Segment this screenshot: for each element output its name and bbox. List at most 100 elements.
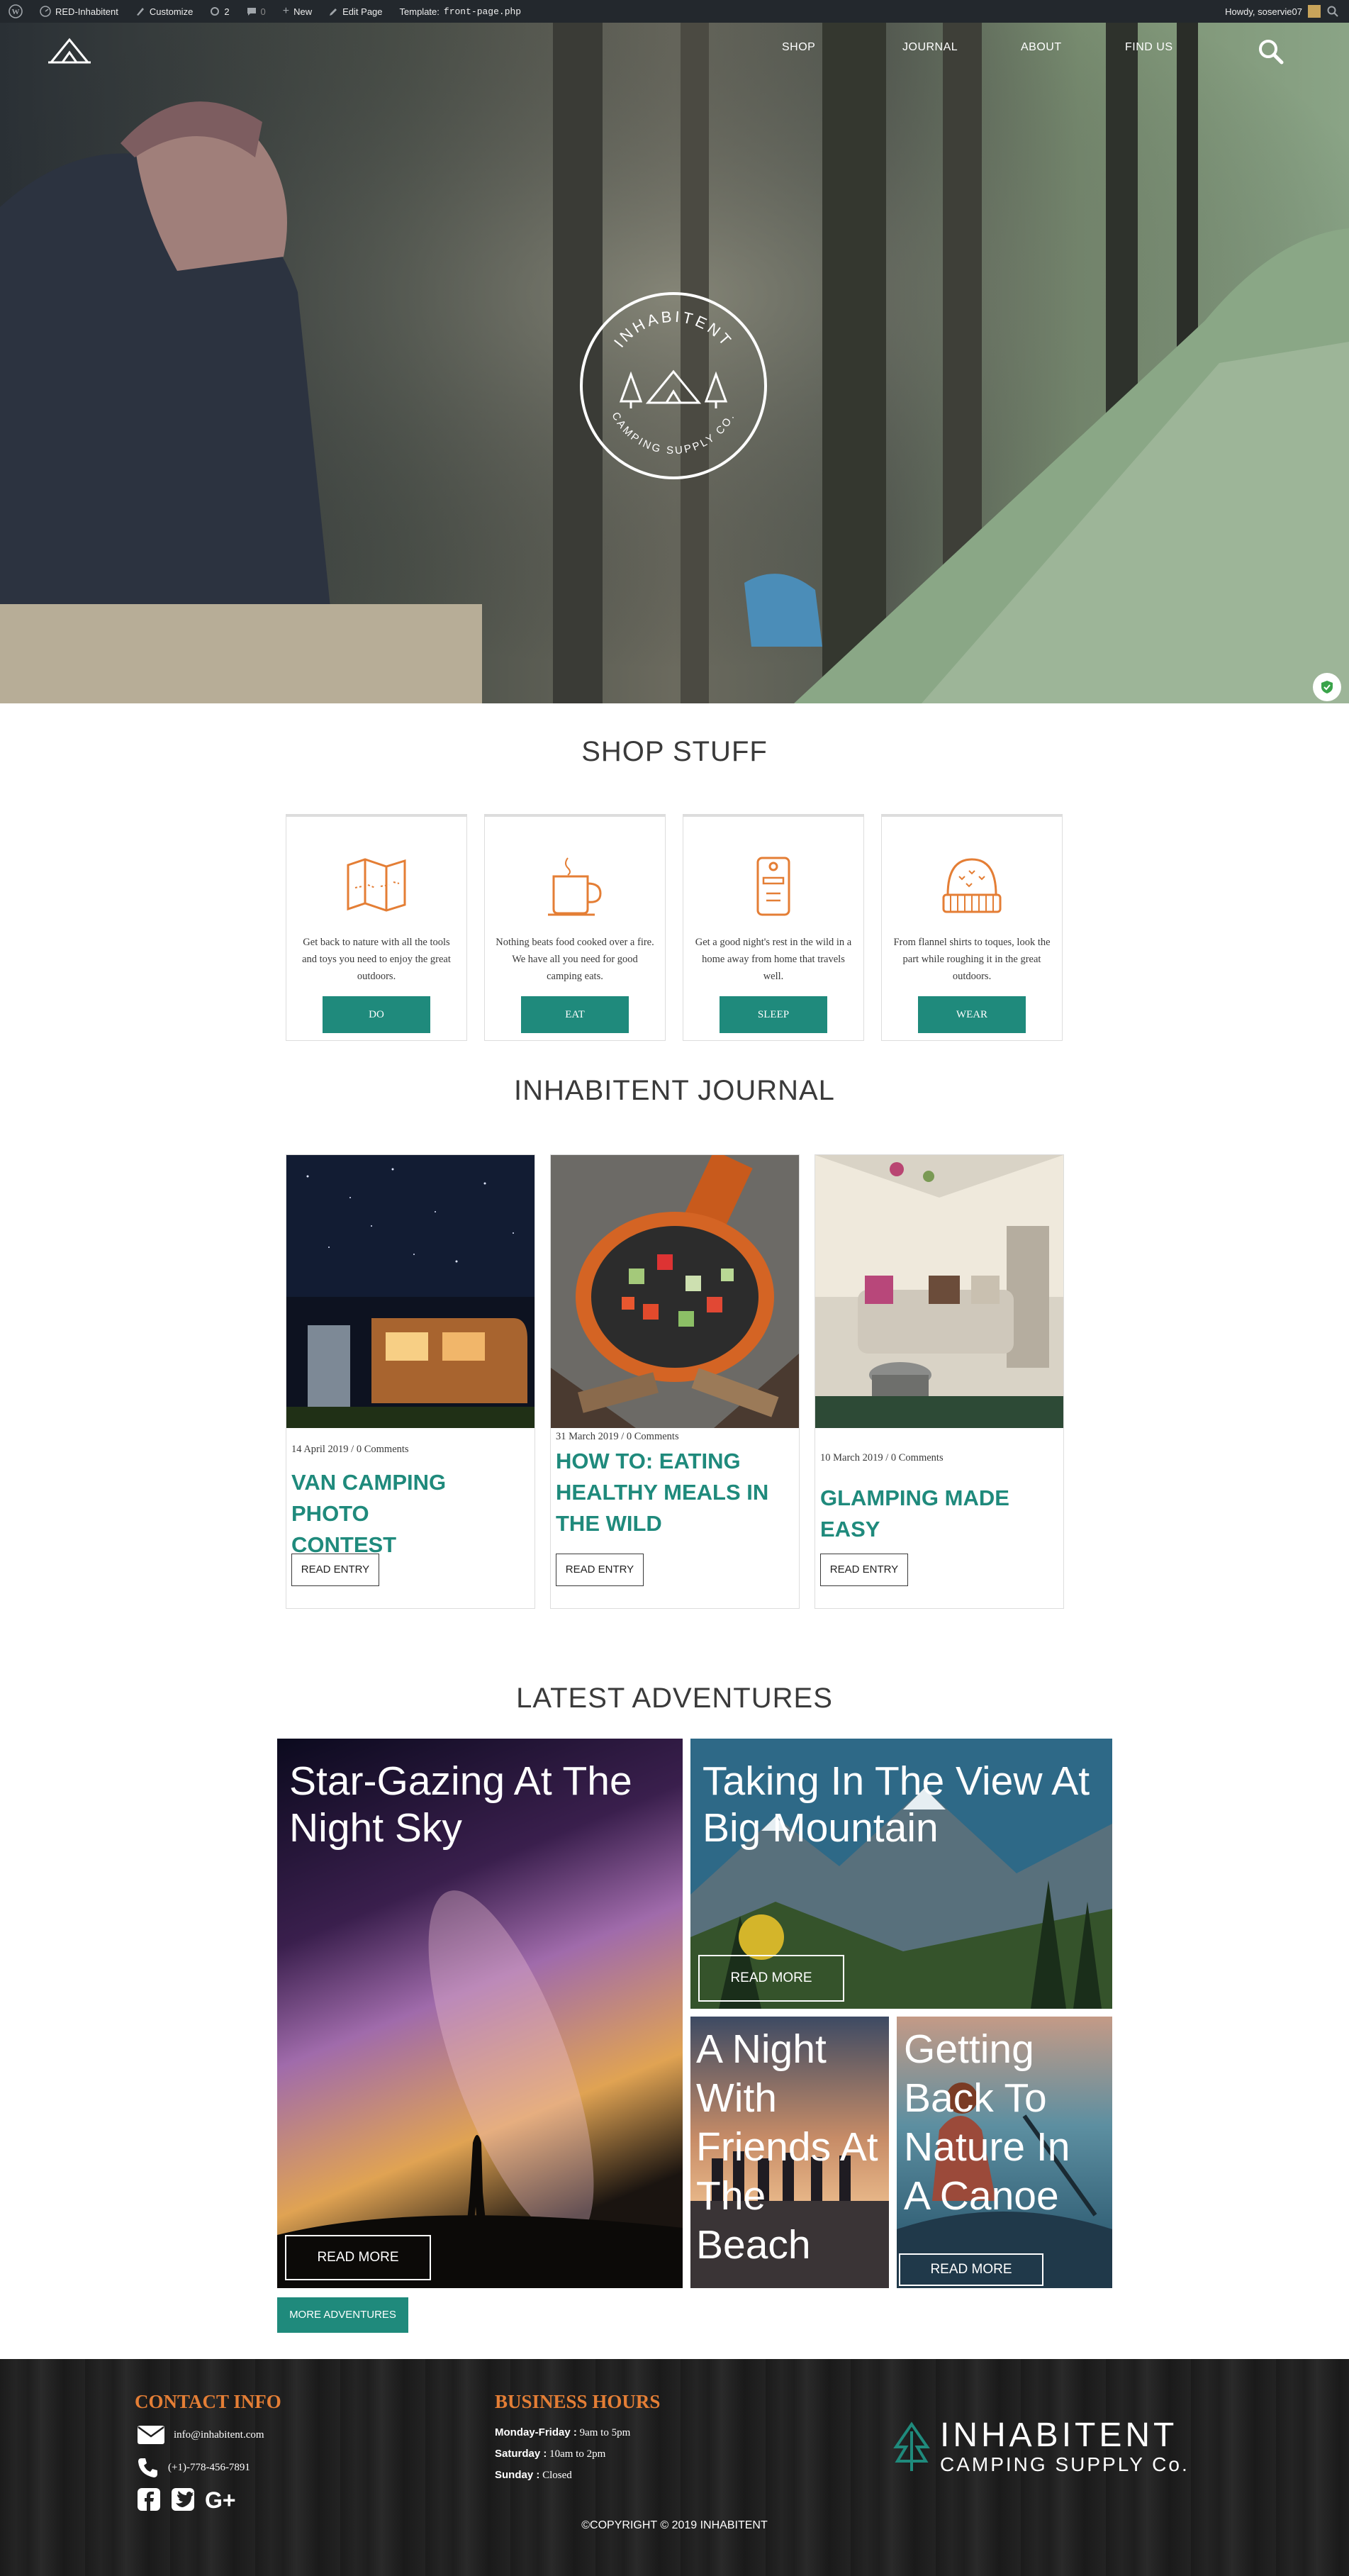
facebook-icon[interactable] bbox=[137, 2487, 161, 2511]
journal-post-image-van[interactable] bbox=[286, 1155, 534, 1428]
adventure-card-beach[interactable]: A Night With Friends At The Beach bbox=[690, 2017, 889, 2288]
nav-about[interactable]: ABOUT bbox=[1021, 41, 1062, 54]
adventure-card-mountain[interactable]: Taking In The View At Big Mountain READ … bbox=[690, 1739, 1112, 2009]
admin-account[interactable]: Howdy, soservie07 bbox=[1225, 5, 1349, 18]
hero-badge-logo: INHABITENT CAMPING SUPPLY CO. bbox=[580, 292, 767, 479]
adventure-title-line: Back To bbox=[904, 2075, 1047, 2121]
read-more-button[interactable]: READ MORE bbox=[698, 1955, 844, 2002]
adventure-title: A Night With Friends At The Beach bbox=[696, 2025, 878, 2270]
journal-post-image-meal[interactable] bbox=[551, 1155, 799, 1428]
template-label: Template: bbox=[399, 6, 440, 17]
adventure-card-stargazing[interactable]: Star-Gazing At The Night Sky READ MORE bbox=[277, 1739, 683, 2288]
post-title-line: HOW TO: EATING bbox=[556, 1449, 741, 1473]
admin-template-info: Template: front-page.php bbox=[391, 0, 530, 23]
site-logo-icon[interactable] bbox=[47, 34, 92, 65]
dashboard-icon bbox=[40, 6, 51, 17]
admin-comments[interactable]: 0 bbox=[238, 0, 274, 23]
post-title[interactable]: GLAMPING MADE EASY bbox=[815, 1483, 1063, 1545]
more-adventures-button[interactable]: MORE ADVENTURES bbox=[277, 2297, 408, 2333]
contact-info-title: CONTACT INFO bbox=[135, 2391, 281, 2412]
adventure-title-line: A Canoe bbox=[904, 2173, 1059, 2219]
admin-customize[interactable]: Customize bbox=[127, 0, 201, 23]
hours-time: Closed bbox=[542, 2470, 572, 2481]
nav-shop[interactable]: SHOP bbox=[782, 41, 815, 54]
footer-email[interactable]: info@inhabitent.com bbox=[137, 2425, 264, 2445]
read-more-button[interactable]: READ MORE bbox=[285, 2235, 431, 2280]
shop-do-button[interactable]: DO bbox=[323, 996, 430, 1033]
sleep-tag-icon bbox=[756, 857, 790, 916]
shop-sleep-button[interactable]: SLEEP bbox=[720, 996, 827, 1033]
email-icon bbox=[138, 2426, 164, 2444]
shop-eat-button[interactable]: EAT bbox=[521, 996, 629, 1033]
updates-icon bbox=[211, 7, 220, 16]
adventure-title-line: Nature In bbox=[904, 2124, 1070, 2170]
hours-time: 10am to 2pm bbox=[549, 2448, 606, 2460]
business-hours-title: BUSINESS HOURS bbox=[495, 2391, 661, 2412]
hours-row: Monday-Friday : 9am to 5pm bbox=[495, 2422, 630, 2443]
adventure-card-canoe[interactable]: Getting Back To Nature In A Canoe READ M… bbox=[897, 2017, 1112, 2288]
footer-phone[interactable]: (+1)-778-456-7891 bbox=[137, 2456, 250, 2479]
svg-text:W: W bbox=[12, 8, 20, 16]
hours-row: Saturday : 10am to 2pm bbox=[495, 2443, 630, 2465]
adventure-title-line: Taking In The View At bbox=[703, 1758, 1090, 1804]
post-title[interactable]: VAN CAMPING PHOTO CONTEST bbox=[286, 1467, 534, 1561]
shop-card-sleep: Get a good night's rest in the wild in a… bbox=[683, 814, 864, 1041]
tent-trees-icon bbox=[619, 369, 728, 408]
read-entry-button[interactable]: READ ENTRY bbox=[291, 1554, 379, 1586]
adventure-title-line: A Night bbox=[696, 2026, 827, 2072]
adventure-title-line: Night Sky bbox=[289, 1805, 462, 1851]
adventure-title-line: Friends At bbox=[696, 2124, 878, 2170]
toque-icon bbox=[942, 858, 1002, 913]
admin-customize-label: Customize bbox=[149, 6, 194, 17]
journal-post-image-glamping[interactable] bbox=[815, 1155, 1063, 1428]
security-shield-icon[interactable] bbox=[1313, 673, 1341, 701]
map-icon bbox=[347, 858, 406, 912]
admin-updates-count: 2 bbox=[224, 6, 230, 17]
adventure-title: Getting Back To Nature In A Canoe bbox=[904, 2025, 1070, 2221]
phone-text: (+1)-778-456-7891 bbox=[168, 2461, 250, 2473]
admin-updates[interactable]: 2 bbox=[201, 0, 237, 23]
post-meta: 14 April 2019 / 0 Comments bbox=[291, 1444, 409, 1455]
journal-post-card: 10 March 2019 / 0 Comments GLAMPING MADE… bbox=[815, 1154, 1064, 1609]
admin-edit-page[interactable]: Edit Page bbox=[320, 0, 391, 23]
admin-bar: W RED-Inhabitent Customize 2 0 + New Edi… bbox=[0, 0, 1349, 23]
hero-banner: SHOP JOURNAL ABOUT FIND US INHABITENT CA… bbox=[0, 23, 1349, 703]
admin-search-icon[interactable] bbox=[1326, 5, 1339, 18]
admin-site-name[interactable]: RED-Inhabitent bbox=[31, 0, 127, 23]
post-meta: 31 March 2019 / 0 Comments bbox=[556, 1431, 679, 1442]
twitter-icon[interactable] bbox=[171, 2487, 195, 2511]
post-title-line: VAN CAMPING PHOTO bbox=[291, 1470, 447, 1526]
wordpress-logo-icon[interactable]: W bbox=[0, 0, 31, 23]
shop-card-text: From flannel shirts to toques, look the … bbox=[893, 937, 1051, 982]
tree-icon bbox=[893, 2421, 930, 2471]
pencil-icon bbox=[330, 8, 337, 16]
post-meta: 10 March 2019 / 0 Comments bbox=[820, 1452, 944, 1463]
comment-icon bbox=[247, 8, 256, 16]
admin-new[interactable]: + New bbox=[274, 0, 320, 23]
adventure-title-line: With bbox=[696, 2075, 777, 2121]
phone-icon bbox=[138, 2458, 157, 2477]
nav-find-us[interactable]: FIND US bbox=[1125, 41, 1173, 54]
post-title[interactable]: HOW TO: EATING HEALTHY MEALS IN THE WILD bbox=[551, 1446, 799, 1539]
hours-day: Sunday : bbox=[495, 2469, 540, 2481]
search-icon[interactable] bbox=[1256, 37, 1284, 65]
journal-section-title: INHABITENT JOURNAL bbox=[514, 1075, 835, 1106]
badge-bottom-text: CAMPING SUPPLY CO. bbox=[609, 411, 737, 457]
shop-card-wear: From flannel shirts to toques, look the … bbox=[881, 814, 1063, 1041]
nav-journal[interactable]: JOURNAL bbox=[902, 41, 958, 54]
read-entry-button[interactable]: READ ENTRY bbox=[556, 1554, 644, 1586]
brush-icon bbox=[136, 8, 144, 16]
adventure-title-line: The bbox=[696, 2173, 766, 2219]
google-plus-icon[interactable]: G+ bbox=[205, 2487, 236, 2511]
shop-wear-button[interactable]: WEAR bbox=[918, 996, 1026, 1033]
shop-section-title: SHOP STUFF bbox=[581, 736, 768, 767]
adventure-title: Taking In The View At Big Mountain bbox=[703, 1758, 1090, 1851]
read-more-button[interactable]: READ MORE bbox=[899, 2253, 1043, 2286]
shop-card-text: Nothing beats food cooked over a fire. W… bbox=[496, 937, 654, 982]
admin-edit-page-label: Edit Page bbox=[342, 6, 383, 17]
read-entry-button[interactable]: READ ENTRY bbox=[820, 1554, 908, 1586]
brand-tagline: CAMPING SUPPLY Co. bbox=[940, 2453, 1190, 2475]
shop-card-text: Get a good night's rest in the wild in a… bbox=[695, 937, 852, 982]
howdy-text: Howdy, soservie07 bbox=[1225, 6, 1302, 17]
shop-card-text: Get back to nature with all the tools an… bbox=[302, 937, 451, 982]
